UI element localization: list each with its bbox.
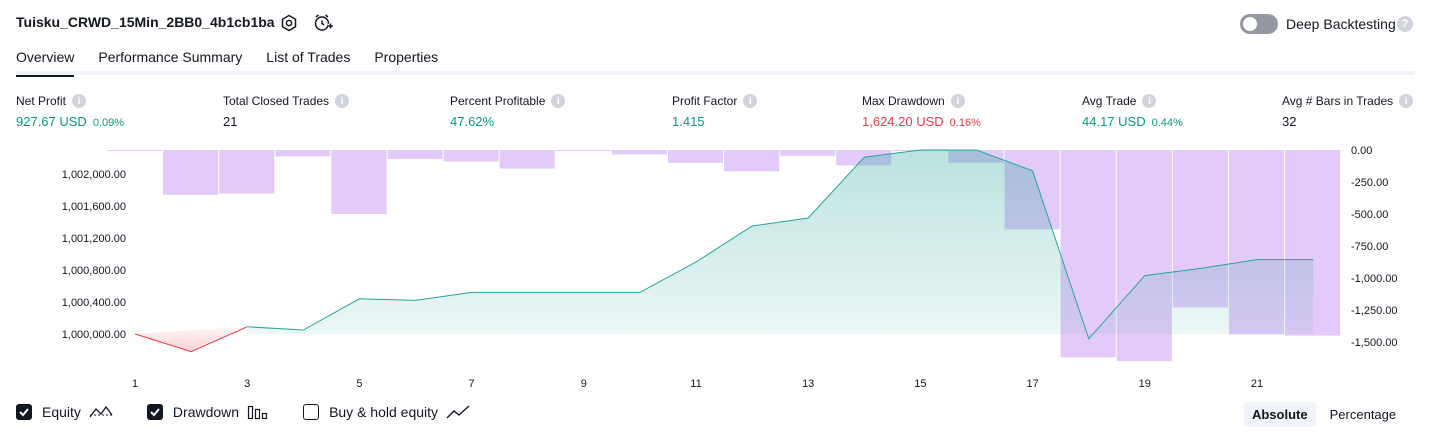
x-tick-label: 7	[469, 378, 475, 390]
x-tick-label: 17	[1026, 378, 1038, 390]
settings-icon[interactable]	[279, 13, 299, 33]
stat-value: 47.62%	[450, 114, 495, 129]
legend-drawdown[interactable]: Drawdown	[146, 404, 269, 420]
absolute-button[interactable]: Absolute	[1244, 402, 1316, 427]
drawdown-bar	[331, 150, 387, 214]
y-right-tick-label: -1,500.00	[1351, 337, 1397, 349]
add-alert-icon[interactable]	[313, 13, 333, 33]
info-icon[interactable]: i	[1399, 94, 1414, 108]
stat-label: Profit Factor	[672, 94, 738, 108]
tabs-divider	[16, 71, 1415, 75]
checkbox-checked-icon[interactable]	[146, 404, 163, 420]
legend-label: Drawdown	[172, 404, 240, 420]
stat-value: 1.415	[672, 114, 705, 129]
stat-total-closed-trades: Total Closed Trades i 21	[223, 94, 350, 129]
stat-percent: 0.44%	[1151, 117, 1183, 129]
y-right-tick-label: -250.00	[1351, 177, 1388, 189]
legend-label: Buy & hold equity	[329, 404, 439, 420]
y-left-tick-label: 1,000,000.00	[62, 329, 126, 341]
stat-value: 1,624.20 USD	[862, 114, 944, 129]
legend-label: Equity	[42, 404, 81, 420]
drawdown-bar	[724, 150, 780, 172]
y-left-tick-label: 1,000,800.00	[62, 265, 126, 277]
x-tick-label: 19	[1139, 378, 1151, 390]
help-icon[interactable]: ?	[1397, 16, 1413, 32]
stat-avg-trade: Avg Trade i 44.17 USD 0.44%	[1082, 94, 1183, 129]
deep-backtesting-label: Deep Backtesting	[1286, 16, 1396, 32]
info-icon[interactable]: i	[335, 94, 350, 108]
percentage-button[interactable]: Percentage	[1322, 402, 1405, 427]
stat-avg-bars: Avg # Bars in Trades i 32	[1282, 94, 1414, 129]
buy-hold-line-icon	[446, 404, 470, 420]
x-tick-label: 11	[690, 378, 701, 390]
stat-value: 44.17 USD	[1082, 114, 1146, 129]
drawdown-bar	[106, 150, 163, 151]
drawdown-bar	[555, 150, 611, 151]
drawdown-bar	[667, 150, 724, 163]
y-left-tick-label: 1,002,000.00	[62, 169, 126, 181]
x-tick-label: 15	[914, 378, 926, 390]
stat-label: Net Profit	[16, 94, 67, 108]
toggle-knob	[1243, 17, 1257, 31]
info-icon[interactable]: i	[72, 94, 87, 108]
y-left-tick-label: 1,001,600.00	[62, 201, 126, 213]
y-left-tick-label: 1,000,400.00	[62, 297, 126, 309]
legend-equity[interactable]: Equity	[16, 404, 113, 420]
info-icon[interactable]: i	[950, 94, 965, 108]
info-icon[interactable]: i	[743, 94, 758, 108]
info-icon[interactable]: i	[1142, 94, 1157, 108]
strategy-title: Tuisku_CRWD_15Min_2BB0_4b1cb1ba	[16, 14, 275, 30]
drawdown-bar	[611, 150, 667, 155]
deep-backtesting-toggle[interactable]	[1240, 14, 1278, 34]
equity-line-icon	[89, 404, 113, 420]
drawdown-bar	[163, 150, 219, 195]
checkbox-checked-icon[interactable]	[16, 404, 32, 420]
stat-value: 927.67 USD	[16, 114, 87, 129]
x-tick-label: 13	[802, 378, 814, 390]
stat-percent: 0.09%	[92, 117, 125, 129]
chart-legend: Equity Drawdown Buy & hold equity	[16, 404, 504, 420]
stat-percent-profitable: Percent Profitable i 47.62%	[450, 94, 566, 129]
value-mode-switch: Absolute Percentage	[1244, 402, 1404, 427]
stat-value: 32	[1282, 114, 1297, 129]
equity-drawdown-chart[interactable]: 1,002,000.00 1,001,600.00 1,001,200.00 1,00…	[0, 140, 1431, 395]
stat-label: Max Drawdown	[862, 94, 945, 108]
stat-value: 21	[223, 114, 238, 129]
x-tick-label: 9	[581, 378, 587, 390]
x-tick-label: 21	[1251, 378, 1263, 390]
y-right-tick-label: -1,250.00	[1351, 305, 1397, 317]
drawdown-bar	[219, 150, 275, 194]
stat-net-profit: Net Profit i 927.67 USD 0.09%	[16, 94, 124, 129]
legend-buy-hold[interactable]: Buy & hold equity	[303, 404, 470, 420]
y-right-tick-label: -750.00	[1351, 241, 1388, 253]
stat-label: Total Closed Trades	[223, 94, 330, 108]
x-tick-label: 5	[356, 378, 362, 390]
stat-label: Avg Trade	[1082, 94, 1137, 108]
info-icon[interactable]: i	[551, 94, 566, 108]
y-right-tick-label: 0.00	[1351, 145, 1372, 157]
stat-label: Avg # Bars in Trades	[1282, 94, 1394, 108]
drawdown-bar	[387, 150, 443, 159]
y-right-tick-label: -500.00	[1351, 209, 1388, 221]
drawdown-bar	[443, 150, 499, 162]
stat-label: Percent Profitable	[450, 94, 546, 108]
drawdown-bar	[275, 150, 331, 157]
y-left-tick-label: 1,001,200.00	[62, 233, 126, 245]
checkbox-unchecked-icon[interactable]	[303, 404, 320, 420]
stat-profit-factor: Profit Factor i 1.415	[672, 94, 758, 129]
stat-percent: 0.16%	[949, 117, 981, 129]
drawdown-bar	[499, 150, 555, 169]
y-right-tick-label: -1,000.00	[1351, 273, 1397, 285]
stat-max-drawdown: Max Drawdown i 1,624.20 USD 0.16%	[862, 94, 981, 129]
drawdown-bar	[780, 150, 836, 156]
x-tick-label: 1	[132, 378, 138, 390]
x-tick-label: 3	[244, 378, 250, 390]
drawdown-bars-icon	[247, 404, 269, 420]
